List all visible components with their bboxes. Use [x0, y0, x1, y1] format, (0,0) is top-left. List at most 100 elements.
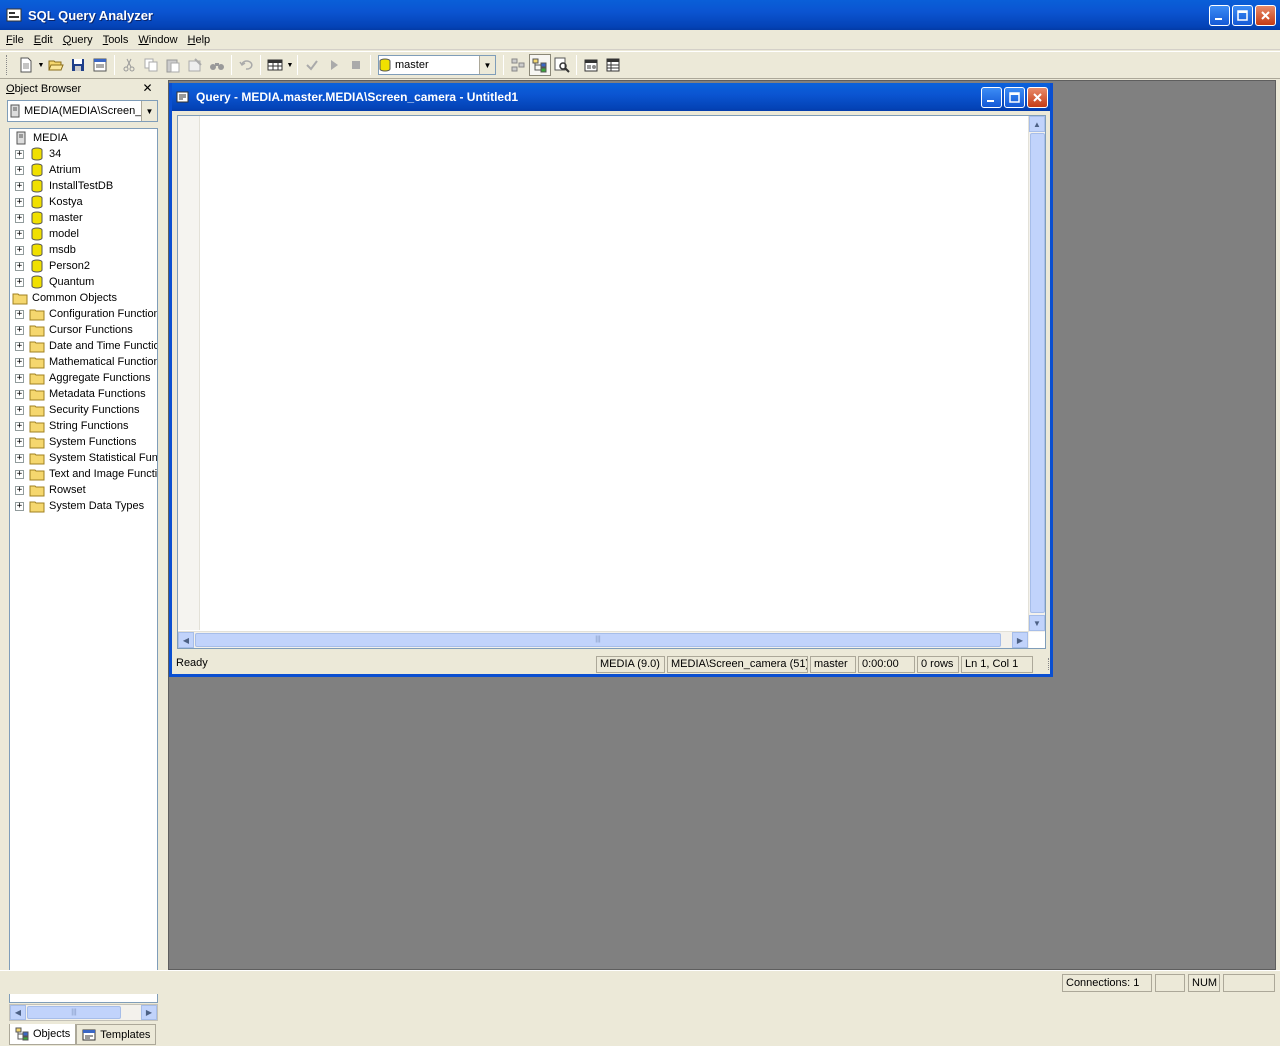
current-connection-properties-button[interactable]: [580, 54, 602, 76]
query-editor[interactable]: ▲ ▼ ◀ ||| ▶: [177, 115, 1046, 649]
expand-icon[interactable]: +: [15, 485, 24, 495]
tree-node-function-folder[interactable]: + String Functions: [10, 418, 128, 434]
expand-icon[interactable]: +: [15, 469, 24, 479]
results-mode-button[interactable]: [264, 54, 286, 76]
clear-window-button[interactable]: [184, 54, 206, 76]
close-button[interactable]: [1255, 5, 1276, 26]
tree-node-function-folder[interactable]: + Aggregate Functions: [10, 370, 151, 386]
cut-button[interactable]: [118, 54, 140, 76]
menu-window[interactable]: Window: [134, 34, 181, 46]
expand-icon[interactable]: +: [15, 437, 24, 447]
scroll-thumb[interactable]: |||: [27, 1006, 121, 1019]
expand-icon[interactable]: +: [15, 261, 24, 271]
toolbar-grip[interactable]: [6, 55, 9, 75]
tree-node-database[interactable]: + master: [10, 210, 83, 226]
expand-icon[interactable]: +: [15, 501, 24, 511]
expand-icon[interactable]: +: [15, 341, 24, 351]
tree-node-function-folder[interactable]: + Configuration Functions: [10, 306, 157, 322]
object-tree-hscrollbar[interactable]: ◀ ||| ▶: [9, 1004, 158, 1021]
expand-icon[interactable]: +: [15, 277, 24, 287]
expand-icon[interactable]: +: [15, 421, 24, 431]
scroll-left-icon[interactable]: ◀: [178, 632, 194, 648]
tree-node-function-folder[interactable]: + Rowset: [10, 482, 86, 498]
object-search-button[interactable]: [551, 54, 573, 76]
save-button[interactable]: [67, 54, 89, 76]
chevron-down-icon[interactable]: ▼: [141, 101, 157, 121]
tree-node-database[interactable]: + InstallTestDB: [10, 178, 113, 194]
scroll-thumb[interactable]: |||: [195, 633, 1001, 647]
tree-node-database[interactable]: + Quantum: [10, 274, 94, 290]
scroll-left-icon[interactable]: ◀: [10, 1005, 26, 1020]
chevron-down-icon[interactable]: ▼: [479, 56, 495, 74]
estimated-plan-button[interactable]: [507, 54, 529, 76]
expand-icon[interactable]: +: [15, 405, 24, 415]
tree-node-function-folder[interactable]: +System Statistical Functions: [10, 450, 157, 466]
menu-file[interactable]: File: [2, 34, 28, 46]
show-results-pane-button[interactable]: [602, 54, 624, 76]
query-minimize-button[interactable]: [981, 87, 1002, 108]
tree-node-function-folder[interactable]: + Security Functions: [10, 402, 139, 418]
results-mode-dropdown-icon[interactable]: ▼: [286, 62, 294, 69]
expand-icon[interactable]: +: [15, 245, 24, 255]
expand-icon[interactable]: +: [15, 309, 24, 319]
scroll-up-icon[interactable]: ▲: [1029, 116, 1045, 132]
editor-hscrollbar[interactable]: ◀ ||| ▶: [178, 631, 1029, 648]
tab-objects[interactable]: Objects: [9, 1024, 77, 1045]
tree-node-function-folder[interactable]: + System Data Types: [10, 498, 144, 514]
tree-node-database[interactable]: + Atrium: [10, 162, 81, 178]
main-title-bar[interactable]: SQL Query Analyzer: [0, 0, 1280, 30]
tree-node-function-folder[interactable]: + Mathematical Functions: [10, 354, 157, 370]
expand-icon[interactable]: +: [15, 149, 24, 159]
tab-templates[interactable]: Templates: [76, 1024, 157, 1045]
cancel-query-button[interactable]: [345, 54, 367, 76]
scroll-thumb[interactable]: [1030, 133, 1045, 613]
expand-icon[interactable]: +: [15, 357, 24, 367]
expand-icon[interactable]: +: [15, 389, 24, 399]
minimize-button[interactable]: [1209, 5, 1230, 26]
object-browser-toggle-button[interactable]: [529, 54, 551, 76]
paste-button[interactable]: [162, 54, 184, 76]
tree-node-database[interactable]: + Person2: [10, 258, 90, 274]
expand-icon[interactable]: +: [15, 213, 24, 223]
menu-help[interactable]: Help: [184, 34, 215, 46]
expand-icon[interactable]: +: [15, 229, 24, 239]
query-maximize-button[interactable]: [1004, 87, 1025, 108]
execute-button[interactable]: [323, 54, 345, 76]
editor-vscrollbar[interactable]: ▲ ▼: [1028, 116, 1045, 632]
undo-button[interactable]: [235, 54, 257, 76]
tree-node-database[interactable]: + model: [10, 226, 79, 242]
query-close-button[interactable]: [1027, 87, 1048, 108]
expand-icon[interactable]: +: [15, 453, 24, 463]
expand-icon[interactable]: +: [15, 197, 24, 207]
expand-icon[interactable]: +: [15, 165, 24, 175]
new-query-dropdown-icon[interactable]: ▼: [37, 62, 45, 69]
copy-button[interactable]: [140, 54, 162, 76]
tree-node-function-folder[interactable]: +Date and Time Functions: [10, 338, 157, 354]
object-browser-close-button[interactable]: ✕: [140, 82, 155, 96]
tree-node-function-folder[interactable]: + Metadata Functions: [10, 386, 146, 402]
tree-node-database[interactable]: + msdb: [10, 242, 76, 258]
tree-node-database[interactable]: + Kostya: [10, 194, 83, 210]
open-button[interactable]: [45, 54, 67, 76]
load-script-button[interactable]: [89, 54, 111, 76]
tree-node-database[interactable]: +34: [10, 146, 61, 162]
tree-node-server[interactable]: MEDIA: [10, 130, 68, 146]
maximize-button[interactable]: [1232, 5, 1253, 26]
tree-node-common-objects[interactable]: Common Objects: [10, 290, 117, 306]
server-combo[interactable]: MEDIA(MEDIA\Screen_camera) ▼: [7, 100, 158, 122]
resize-grip-icon[interactable]: [1037, 658, 1049, 670]
tree-node-function-folder[interactable]: +Text and Image Functions: [10, 466, 157, 482]
expand-icon[interactable]: +: [15, 325, 24, 335]
database-select[interactable]: master ▼: [378, 55, 496, 75]
menu-edit[interactable]: Edit: [30, 34, 57, 46]
menu-tools[interactable]: Tools: [99, 34, 133, 46]
scroll-right-icon[interactable]: ▶: [1012, 632, 1028, 648]
parse-button[interactable]: [301, 54, 323, 76]
new-query-button[interactable]: [15, 54, 37, 76]
expand-icon[interactable]: +: [15, 181, 24, 191]
expand-icon[interactable]: +: [15, 373, 24, 383]
query-window-title-bar[interactable]: Query - MEDIA.master.MEDIA\Screen_camera…: [172, 83, 1050, 111]
scroll-down-icon[interactable]: ▼: [1029, 615, 1045, 631]
find-button[interactable]: [206, 54, 228, 76]
tree-node-function-folder[interactable]: + System Functions: [10, 434, 136, 450]
